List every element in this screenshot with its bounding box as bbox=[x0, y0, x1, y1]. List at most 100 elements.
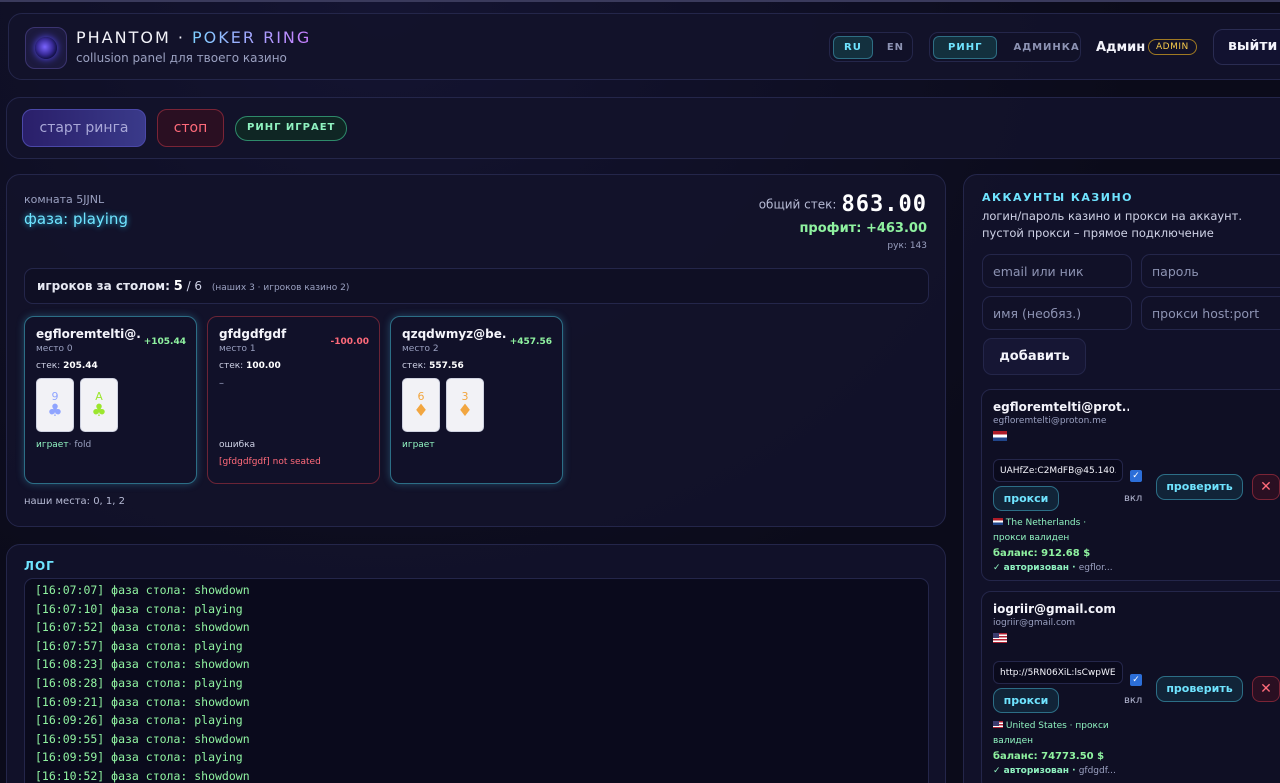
players-count: 5 bbox=[173, 279, 183, 294]
country-name: The Netherlands · bbox=[1005, 518, 1087, 528]
account-card: iogriir@gmail.com iogriir@gmail.com ✓ вк… bbox=[981, 591, 1280, 783]
proxy-status: прокси валиден bbox=[993, 533, 1070, 543]
app-logo bbox=[25, 27, 67, 69]
seat-status-text: играет bbox=[36, 440, 69, 450]
nav-ring-tab[interactable]: РИНГ bbox=[933, 35, 998, 59]
hole-cards: 6 ♦ 3 ♦ bbox=[402, 378, 551, 432]
our-seats: наши места: 0, 1, 2 bbox=[24, 496, 125, 507]
no-cards-placeholder: – bbox=[219, 378, 224, 389]
players-max: / 6 bbox=[182, 279, 203, 293]
profit-value: профит: +463.00 bbox=[799, 221, 927, 236]
check-account-button[interactable]: проверить bbox=[1156, 474, 1243, 500]
ring-status-badge: РИНГ ИГРАЕТ bbox=[235, 116, 348, 141]
orb-icon bbox=[35, 37, 57, 59]
seat-card[interactable]: gfdgdfgdf -100.00 место 1 стек: 100.00 –… bbox=[207, 316, 380, 484]
diamond-icon: ♦ bbox=[457, 401, 473, 421]
account-country: United States · прокси валиден bbox=[993, 719, 1128, 749]
log-output[interactable]: [16:07:07] фаза стола: showdown [16:07:1… bbox=[24, 578, 929, 783]
log-line: [16:07:52] фаза стола: showdown bbox=[35, 620, 250, 635]
playing-card: 9 ♣ bbox=[36, 378, 74, 432]
log-title: ЛОГ bbox=[24, 559, 55, 573]
seat-stack-value: 557.56 bbox=[429, 361, 464, 371]
account-proxy-input[interactable] bbox=[993, 661, 1123, 684]
email-field[interactable] bbox=[982, 254, 1132, 288]
check-account-button[interactable]: проверить bbox=[1156, 676, 1243, 702]
log-panel: ЛОГ [16:07:07] фаза стола: showdown [16:… bbox=[6, 544, 946, 783]
accounts-title: АККАУНТЫ КАЗИНО bbox=[982, 191, 1134, 204]
account-balance: баланс: 74773.50 $ bbox=[993, 751, 1105, 762]
brand-accent: POKER RING bbox=[192, 28, 312, 47]
enabled-label: вкл bbox=[1124, 695, 1143, 706]
hands-label: рук: bbox=[887, 241, 907, 251]
enabled-checkbox[interactable]: ✓ bbox=[1130, 674, 1142, 686]
auth-label: ✓ авторизован · bbox=[993, 563, 1076, 573]
seat-card[interactable]: egfloremtelti@... +105.44 место 0 стек: … bbox=[24, 316, 197, 484]
log-line: [16:08:23] фаза стола: showdown bbox=[35, 657, 250, 672]
account-card: egfloremtelti@prot... egfloremtelti@prot… bbox=[981, 389, 1280, 581]
seat-stack-label: стек: bbox=[219, 361, 244, 371]
proxy-button[interactable]: прокси bbox=[993, 486, 1059, 511]
close-icon: ✕ bbox=[1260, 479, 1272, 495]
start-ring-button[interactable]: старт ринга bbox=[22, 109, 146, 147]
account-balance: баланс: 912.68 $ bbox=[993, 548, 1091, 559]
log-line: [16:08:28] фаза стола: playing bbox=[35, 675, 243, 690]
seat-stack-label: стек: bbox=[402, 361, 427, 371]
diamond-icon: ♦ bbox=[413, 401, 429, 421]
account-proxy-input[interactable] bbox=[993, 459, 1123, 482]
hands-value: 143 bbox=[909, 241, 927, 251]
auth-user: gfdgdf... bbox=[1078, 766, 1116, 776]
auth-label: ✓ авторизован · bbox=[993, 766, 1076, 776]
seat-card[interactable]: qzqdwmyz@be... +457.56 место 2 стек: 557… bbox=[390, 316, 563, 484]
log-line: [16:09:59] фаза стола: playing bbox=[35, 750, 243, 765]
phase-label: фаза: playing bbox=[24, 210, 128, 228]
main-nav: РИНГ АДМИНКА bbox=[929, 32, 1081, 62]
players-label: игроков за столом: bbox=[37, 279, 170, 293]
brand-main: PHANTOM · bbox=[76, 28, 193, 47]
seat-error-message: [gfdgdfgdf] not seated bbox=[219, 457, 321, 467]
country-name: United States · bbox=[1005, 721, 1073, 731]
seat-stack: стек: 205.44 bbox=[36, 361, 185, 371]
user-name: Админ bbox=[1096, 40, 1146, 55]
stop-ring-button[interactable]: стоп bbox=[157, 109, 224, 147]
seat-delta: +457.56 bbox=[509, 337, 552, 347]
log-line: [16:07:07] фаза стола: showdown bbox=[35, 583, 250, 597]
nav-admin-tab[interactable]: АДМИНКА bbox=[1001, 37, 1091, 58]
log-line: [16:09:26] фаза стола: playing bbox=[35, 713, 243, 728]
seat-player-name: gfdgdfgdf bbox=[219, 327, 287, 341]
enabled-label: вкл bbox=[1124, 493, 1143, 504]
room-id: комната 5JJNL bbox=[24, 193, 105, 206]
total-stack-label: общий стек: bbox=[758, 197, 837, 212]
account-email: iogriir@gmail.com bbox=[993, 618, 1076, 628]
auth-user: egflor... bbox=[1078, 563, 1113, 573]
playing-card: 3 ♦ bbox=[446, 378, 484, 432]
proxy-button[interactable]: прокси bbox=[993, 688, 1059, 713]
playing-card: 6 ♦ bbox=[402, 378, 440, 432]
proxy-field[interactable] bbox=[1141, 296, 1280, 330]
logout-button[interactable]: выйти bbox=[1213, 29, 1280, 65]
password-field[interactable] bbox=[1141, 254, 1280, 288]
brand-title: PHANTOM · POKER RING bbox=[76, 28, 311, 47]
account-country: The Netherlands · bbox=[993, 516, 1128, 531]
role-badge: ADMIN bbox=[1148, 39, 1197, 55]
log-line: [16:10:52] фаза стола: showdown bbox=[35, 768, 250, 783]
casino-accounts-panel: АККАУНТЫ КАЗИНО логин/пароль казино и пр… bbox=[963, 174, 1280, 783]
delete-account-button[interactable]: ✕ bbox=[1252, 676, 1280, 702]
lang-en-option[interactable]: EN bbox=[877, 37, 914, 58]
seat-player-name: egfloremtelti@... bbox=[36, 327, 141, 341]
account-email: egfloremtelti@proton.me bbox=[993, 416, 1107, 426]
account-name-field[interactable] bbox=[982, 296, 1132, 330]
seat-player-name: qzqdwmyz@be... bbox=[402, 327, 507, 341]
usa-flag-icon bbox=[993, 633, 1007, 643]
lang-ru-option[interactable]: RU bbox=[833, 35, 873, 59]
hole-cards: 9 ♣ A ♣ bbox=[36, 378, 185, 432]
add-account-button[interactable]: добавить bbox=[983, 338, 1086, 375]
total-stack: общий стек: 863.00 bbox=[759, 192, 927, 217]
seat-last-action: · fold bbox=[68, 440, 92, 450]
players-summary: игроков за столом: 5 / 6 (наших 3 · игро… bbox=[24, 268, 929, 304]
enabled-checkbox[interactable]: ✓ bbox=[1130, 470, 1142, 482]
brand-tagline: collusion panel для твоего казино bbox=[76, 51, 287, 65]
seat-status: играет bbox=[402, 440, 435, 450]
delete-account-button[interactable]: ✕ bbox=[1252, 474, 1280, 500]
room-panel: комната 5JJNL фаза: playing общий стек: … bbox=[6, 174, 946, 527]
log-line: [16:09:55] фаза стола: showdown bbox=[35, 731, 250, 746]
